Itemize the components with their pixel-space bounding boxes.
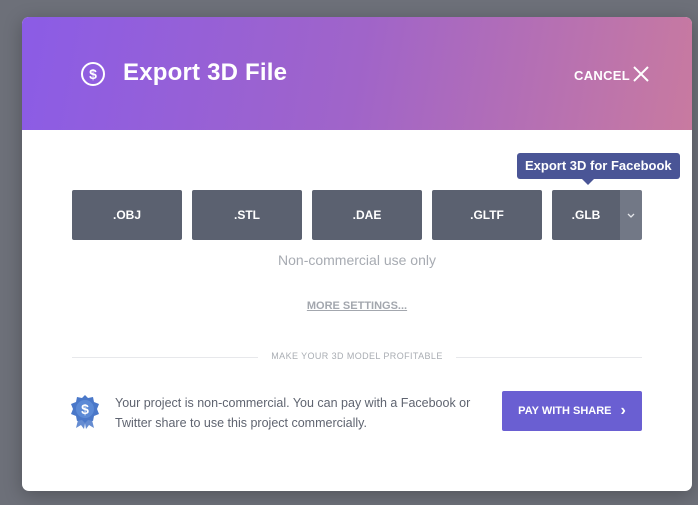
commercial-info-text: Your project is non-commercial. You can … [115, 396, 471, 430]
divider-label: MAKE YOUR 3D MODEL PROFITABLE [271, 351, 443, 361]
badge-glyph: $ [81, 401, 89, 417]
export-dialog: $ Export 3D File CANCEL Export 3D for Fa… [22, 17, 692, 491]
dialog-header: $ Export 3D File CANCEL [22, 17, 692, 130]
glb-dropdown-button[interactable] [620, 190, 642, 240]
dollar-badge-icon: $ [71, 395, 99, 429]
chevron-right-icon: › [620, 402, 626, 419]
close-icon[interactable] [632, 65, 650, 83]
dollar-circle-icon: $ [81, 62, 105, 86]
noncommercial-notice: Non-commercial use only [278, 252, 436, 268]
stl-format-button[interactable]: .STL [192, 190, 302, 240]
dialog-title: Export 3D File [123, 59, 288, 86]
pay-with-share-button[interactable]: PAY WITH SHARE › [502, 391, 642, 431]
cancel-button[interactable]: CANCEL [574, 68, 630, 83]
chevron-down-icon [627, 213, 635, 218]
glb-format-button[interactable]: .GLB [552, 190, 620, 240]
dae-format-button[interactable]: .DAE [312, 190, 422, 240]
obj-format-button[interactable]: .OBJ [72, 190, 182, 240]
more-settings-link[interactable]: MORE SETTINGS... [22, 300, 692, 312]
pay-with-share-label: PAY WITH SHARE [518, 405, 612, 417]
tooltip-export-facebook: Export 3D for Facebook [517, 153, 680, 185]
divider-line-right [456, 357, 642, 358]
gltf-format-button[interactable]: .GLTF [432, 190, 542, 240]
